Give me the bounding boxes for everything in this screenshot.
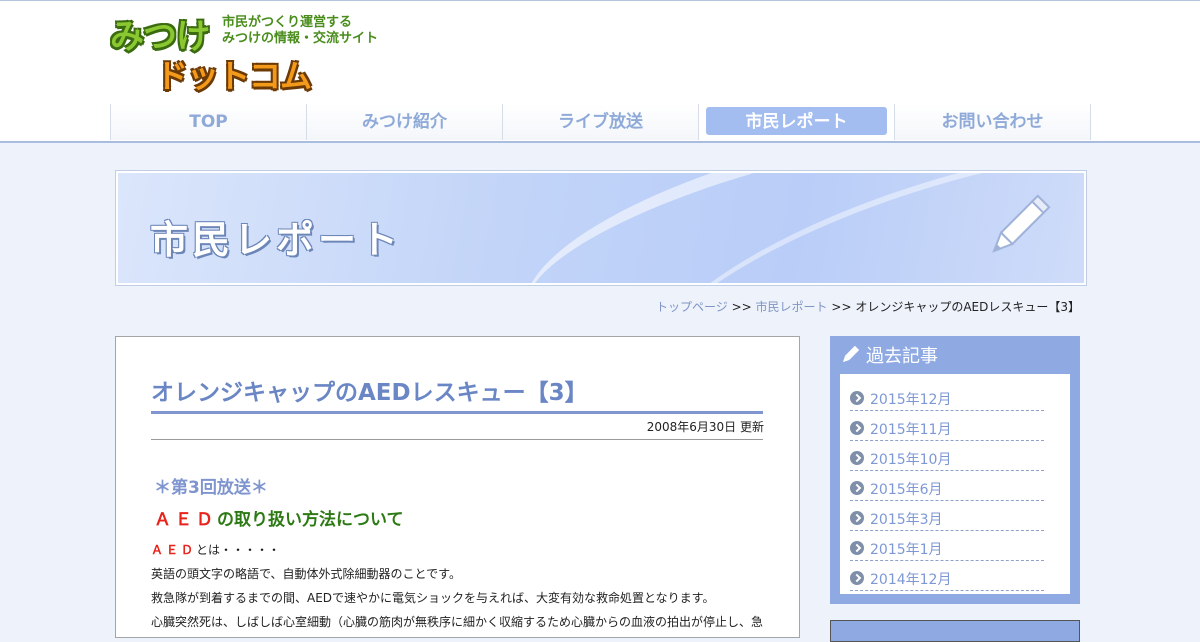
list-item: 2015年1月 bbox=[850, 532, 1044, 561]
list-item: 2015年11月 bbox=[850, 412, 1044, 441]
list-item: 2015年6月 bbox=[850, 472, 1044, 501]
subheading-aed: ＡＥＤ bbox=[154, 510, 217, 530]
list-item: 2014年12月 bbox=[850, 562, 1044, 591]
article-date: 2008年6月30日 更新 bbox=[646, 420, 764, 434]
archive-link[interactable]: 2015年11月 bbox=[870, 419, 951, 439]
breadcrumb-home-link[interactable]: トップページ bbox=[656, 300, 728, 314]
logo-tagline: 市民がつくり運営する みつけの情報・交流サイト bbox=[222, 15, 378, 47]
logo-word-dotcom: ドットコム bbox=[156, 57, 312, 95]
arrow-right-icon bbox=[850, 451, 864, 465]
article-divider bbox=[151, 439, 763, 440]
breadcrumb-separator: >> bbox=[731, 300, 752, 314]
nav-item-about[interactable]: みつけ紹介 bbox=[307, 104, 503, 140]
arrow-right-icon bbox=[850, 571, 864, 585]
body-aed: ＡＥＤ bbox=[151, 543, 197, 557]
nav-item-top[interactable]: TOP bbox=[111, 104, 307, 140]
nav-item-label: 市民レポート bbox=[745, 112, 848, 132]
archive-link[interactable]: 2015年3月 bbox=[870, 509, 943, 529]
nav-item-label: ライブ放送 bbox=[558, 112, 643, 132]
subheading-text: の取り扱い方法について bbox=[217, 510, 404, 530]
body-text: とは・・・・・ bbox=[196, 543, 281, 557]
archive-link[interactable]: 2015年12月 bbox=[870, 389, 951, 409]
nav-item-label: みつけ紹介 bbox=[362, 112, 447, 132]
arrow-right-icon bbox=[850, 511, 864, 525]
archive-link[interactable]: 2015年1月 bbox=[870, 539, 943, 559]
arrow-right-icon bbox=[850, 391, 864, 405]
nav-item-label: TOP bbox=[189, 112, 228, 132]
archive-link[interactable]: 2015年6月 bbox=[870, 479, 943, 499]
breadcrumb-separator: >> bbox=[831, 300, 852, 314]
archive-header: 過去記事 bbox=[840, 344, 1070, 370]
body-line: 救急隊が到着するまでの間、AEDで速やかに電気ショックを与えれば、大変有効な救命… bbox=[151, 591, 715, 605]
breadcrumb-current: オレンジキャップのAEDレスキュー【3】 bbox=[855, 300, 1080, 314]
site-logo[interactable]: みつけ ドットコム 市民がつくり運営する みつけの情報・交流サイト bbox=[110, 9, 390, 95]
archive-sidebar: 過去記事 2015年12月 2015年11月 2015年10月 2015年6月 … bbox=[830, 336, 1080, 604]
global-nav: TOP みつけ紹介 ライブ放送 市民レポート お問い合わせ bbox=[110, 104, 1091, 140]
article-panel: オレンジキャップのAEDレスキュー【3】 2008年6月30日 更新 ＊第3回放… bbox=[115, 336, 800, 638]
article-subheading: ＡＥＤの取り扱い方法について bbox=[154, 505, 404, 530]
breadcrumb: トップページ >> 市民レポート >> オレンジキャップのAEDレスキュー【3】 bbox=[656, 298, 1080, 315]
site-header: みつけ ドットコム 市民がつくり運営する みつけの情報・交流サイト TOP みつ… bbox=[0, 0, 1200, 143]
archive-title: 過去記事 bbox=[866, 346, 938, 367]
logo-tagline-line-2: みつけの情報・交流サイト bbox=[222, 31, 379, 46]
nav-item-report[interactable]: 市民レポート bbox=[699, 104, 895, 140]
pencil-icon bbox=[842, 345, 860, 363]
episode-heading: ＊第3回放送＊ bbox=[154, 478, 268, 498]
list-item: 2015年12月 bbox=[850, 382, 1044, 411]
banner-background: 市民レポート bbox=[118, 173, 1084, 283]
list-item: 2015年3月 bbox=[850, 502, 1044, 531]
arrow-right-icon bbox=[850, 421, 864, 435]
body-line: ＡＥＤとは・・・・・ bbox=[151, 538, 771, 562]
section-banner: 市民レポート bbox=[115, 170, 1087, 286]
article-body: ＡＥＤとは・・・・・ 英語の頭文字の略語で、自動体外式除細動器のことです。 救急… bbox=[151, 538, 771, 634]
breadcrumb-section-link[interactable]: 市民レポート bbox=[756, 300, 828, 314]
archive-link[interactable]: 2014年12月 bbox=[870, 569, 951, 589]
arrow-right-icon bbox=[850, 481, 864, 495]
list-item: 2015年10月 bbox=[850, 442, 1044, 471]
article-title: オレンジキャップのAEDレスキュー【3】 bbox=[151, 373, 763, 414]
banner-title: 市民レポート bbox=[150, 218, 403, 262]
pencil-icon bbox=[992, 194, 1051, 253]
nav-item-contact[interactable]: お問い合わせ bbox=[895, 104, 1091, 140]
arrow-right-icon bbox=[850, 541, 864, 555]
archive-link[interactable]: 2015年10月 bbox=[870, 449, 951, 469]
nav-item-label: お問い合わせ bbox=[941, 112, 1044, 132]
body-line: 英語の頭文字の略語で、自動体外式除細動器のことです。 bbox=[151, 567, 461, 581]
sidebar-next-block bbox=[830, 620, 1080, 642]
archive-list[interactable]: 2015年12月 2015年11月 2015年10月 2015年6月 2015年… bbox=[840, 374, 1070, 594]
nav-item-live[interactable]: ライブ放送 bbox=[503, 104, 699, 140]
body-line: 心臓突然死は、しばしば心室細動（心臓の筋肉が無秩序に細かく収縮するため心臓からの… bbox=[151, 615, 764, 629]
logo-tagline-line-1: 市民がつくり運営する bbox=[222, 15, 353, 30]
